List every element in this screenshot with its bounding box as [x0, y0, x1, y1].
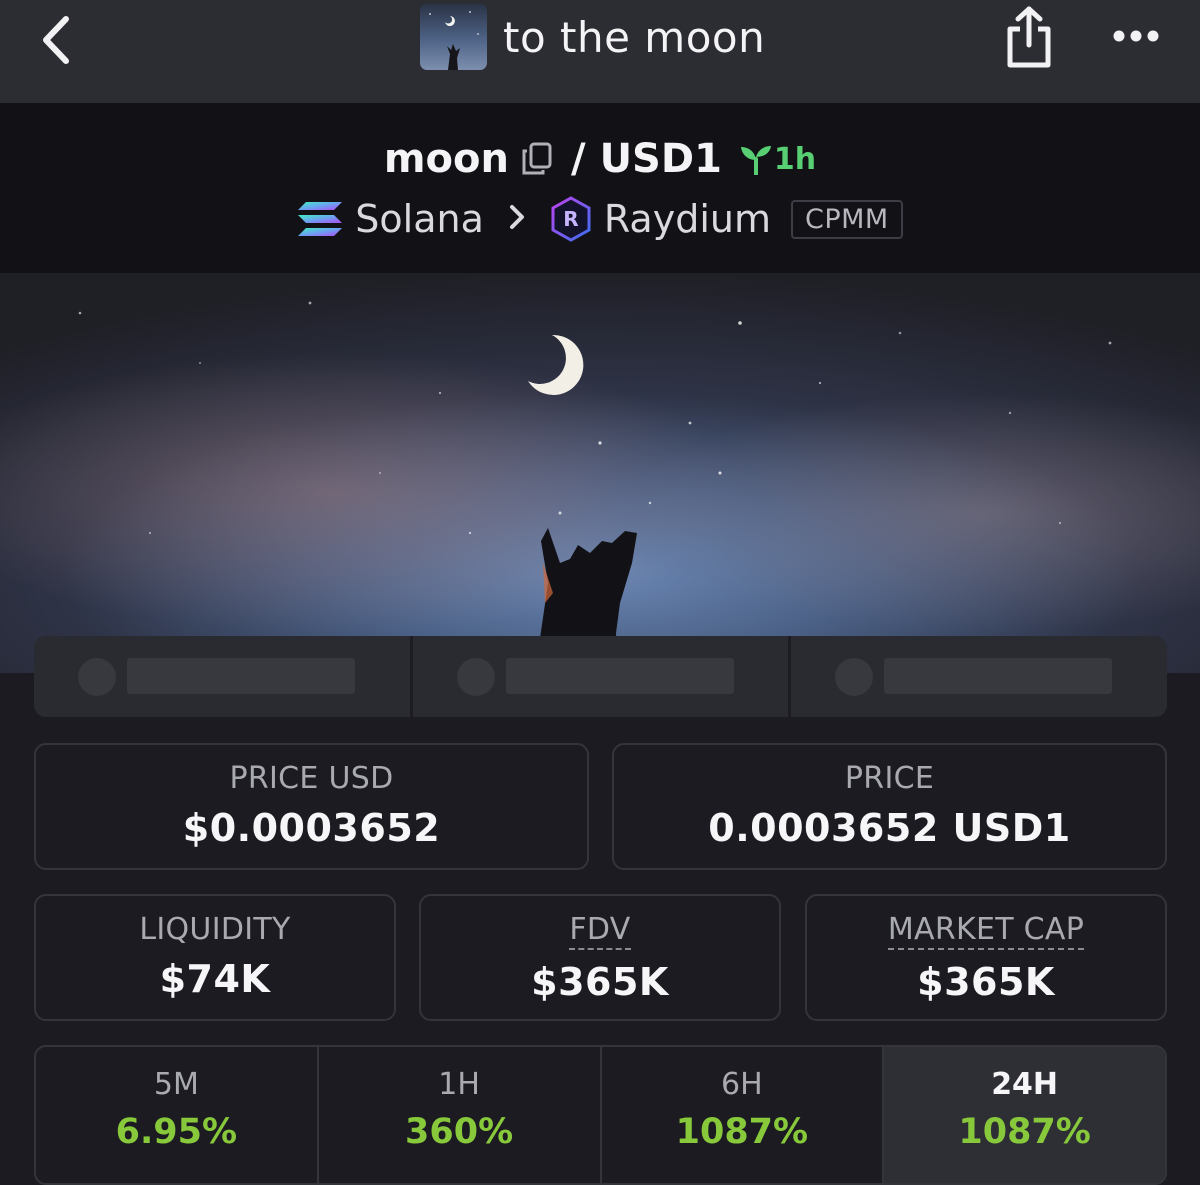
back-button[interactable] [30, 12, 80, 68]
price-change-tabs: 5M 6.95% 1H 360% 6H 1087% 24H 1087% [34, 1045, 1167, 1185]
tab-label: 5M [153, 1067, 199, 1102]
tab-label: 24H [991, 1067, 1059, 1102]
token-avatar [420, 4, 487, 70]
share-icon [1007, 6, 1051, 68]
quote-token-symbol: USD1 [599, 136, 722, 182]
chevron-left-icon [43, 16, 69, 64]
tab-label: 1H [438, 1067, 480, 1102]
raydium-logo-icon: R [551, 196, 591, 242]
tab-label: 6H [721, 1067, 763, 1102]
share-button[interactable] [998, 2, 1060, 72]
copy-icon [522, 142, 552, 175]
more-button[interactable] [1106, 12, 1166, 60]
price-change-value: 6.95% [115, 1112, 238, 1152]
pair-age-text: 1h [773, 141, 817, 177]
fdv-label[interactable]: FDV [569, 912, 631, 950]
price-change-value: 1087% [958, 1112, 1091, 1152]
token-banner-image [0, 273, 1200, 673]
chevron-right-icon [508, 200, 526, 238]
pool-type-badge: CPMM [790, 199, 903, 239]
tab-5m[interactable]: 5M 6.95% [36, 1047, 319, 1183]
fdv-card[interactable]: FDV $365K [419, 894, 781, 1021]
tab-24h[interactable]: 24H 1087% [884, 1047, 1165, 1183]
price-usd-card: PRICE USD $0.0003652 [34, 743, 589, 870]
more-horizontal-icon [1113, 30, 1159, 42]
base-token-symbol: moon [383, 136, 509, 182]
price-label: PRICE [844, 761, 935, 796]
copy-address-button[interactable] [519, 141, 555, 177]
loading-placeholder-row [34, 636, 1167, 717]
token-title-group: to the moon [420, 4, 765, 70]
chain-name[interactable]: Solana [355, 197, 484, 241]
liquidity-value: $74K [159, 957, 271, 1001]
price-usd-value: $0.0003652 [182, 806, 441, 850]
market-cap-card[interactable]: MARKET CAP $365K [805, 894, 1167, 1021]
dex-name[interactable]: Raydium [604, 197, 771, 241]
seedling-icon [740, 146, 771, 175]
pair-row: moon / USD1 1h [0, 131, 1200, 187]
price-usd-label: PRICE USD [229, 761, 394, 796]
tab-1h[interactable]: 1H 360% [319, 1047, 602, 1183]
price-change-value: 360% [405, 1112, 514, 1152]
token-name-title: to the moon [503, 12, 766, 62]
price-value: 0.0003652 USD1 [708, 806, 1071, 850]
loading-placeholder [34, 636, 413, 717]
pair-age-badge: 1h [738, 142, 816, 177]
tab-6h[interactable]: 6H 1087% [602, 1047, 885, 1183]
top-bar: to the moon [0, 0, 1200, 103]
fdv-value: $365K [531, 959, 669, 1004]
chain-dex-row: Solana R Raydium CPMM [0, 191, 1200, 247]
loading-placeholder [413, 636, 792, 717]
solana-logo-icon [298, 202, 343, 236]
liquidity-label: LIQUIDITY [139, 912, 291, 947]
market-cap-value: $365K [917, 959, 1055, 1004]
pair-header: moon / USD1 1h Solana R Raydium CPMM [0, 103, 1200, 273]
svg-text:R: R [563, 207, 578, 231]
price-quote-card: PRICE 0.0003652 USD1 [612, 743, 1167, 870]
market-cap-label[interactable]: MARKET CAP [887, 912, 1085, 950]
price-change-value: 1087% [675, 1112, 809, 1152]
liquidity-card: LIQUIDITY $74K [34, 894, 396, 1021]
loading-placeholder [791, 636, 1167, 717]
pair-separator: / [570, 136, 586, 182]
